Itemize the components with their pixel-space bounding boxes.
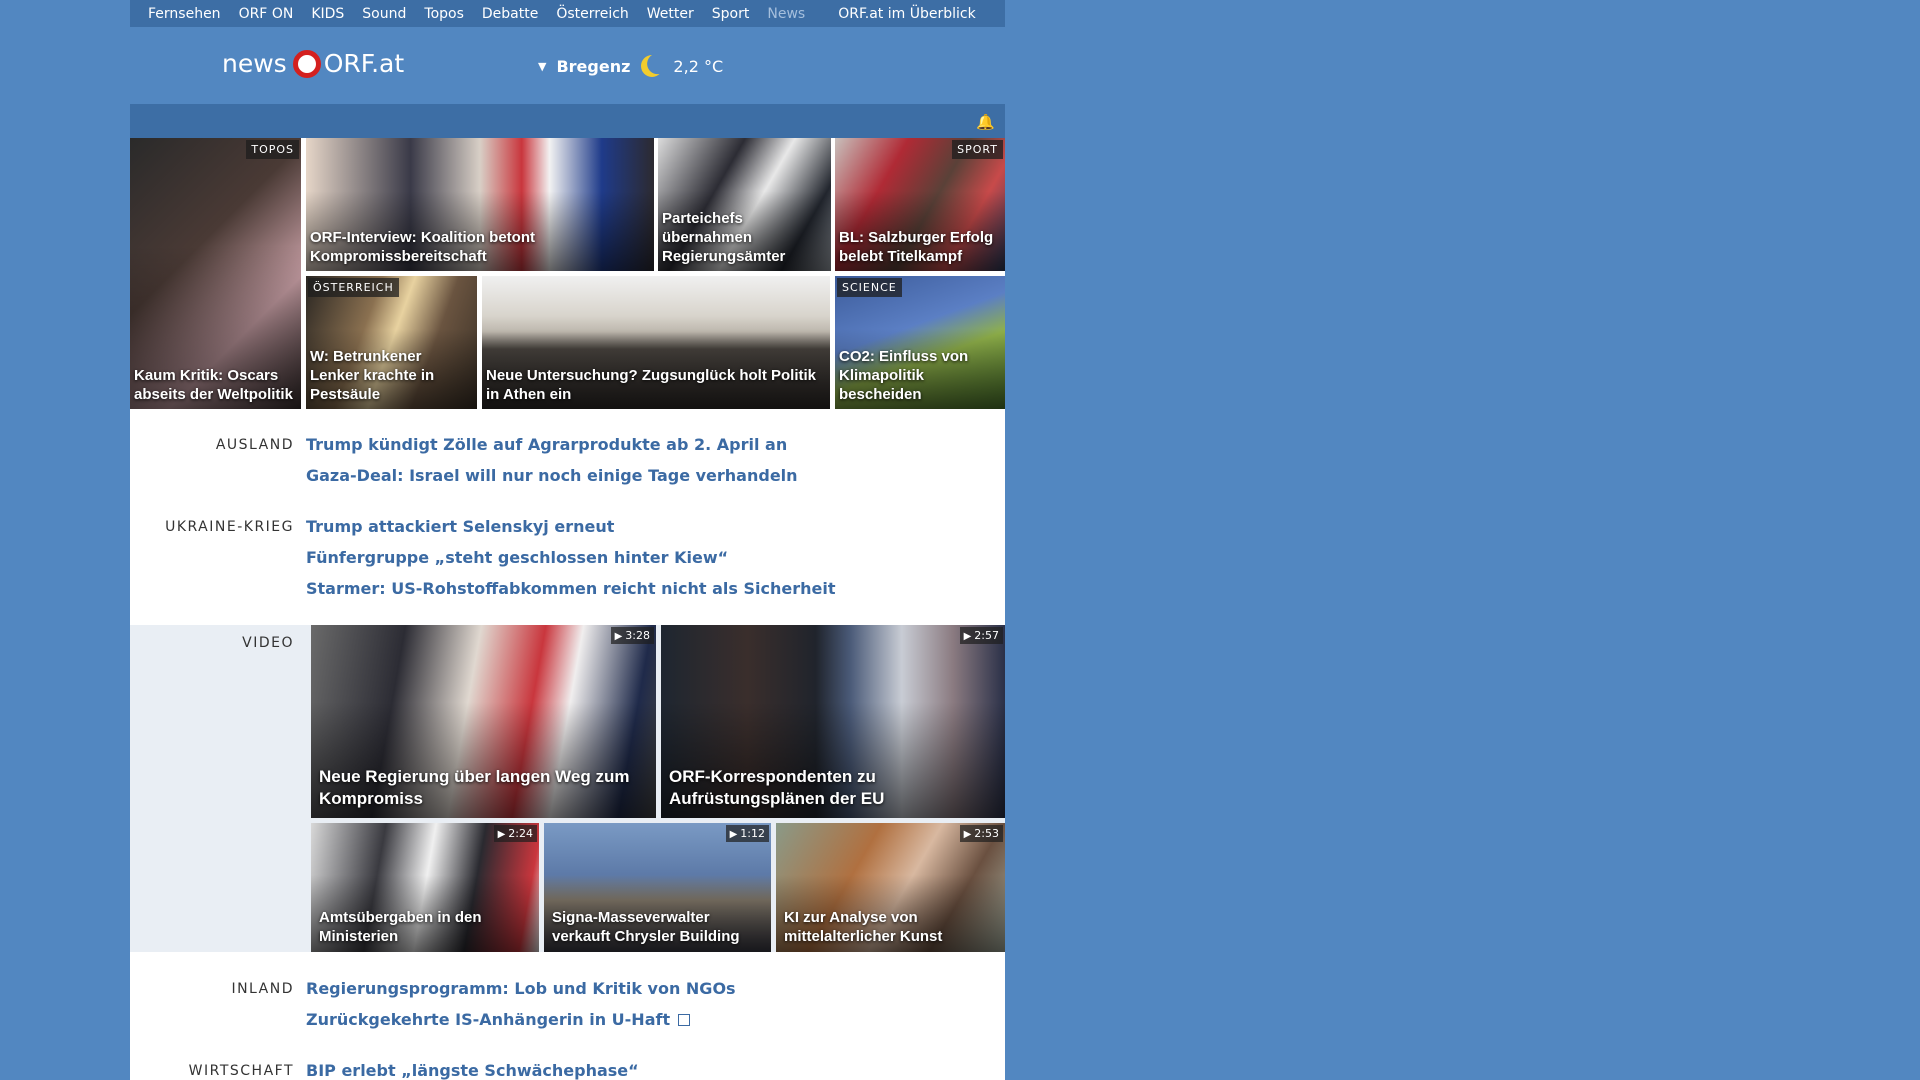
nav-item-wetter[interactable]: Wetter: [647, 6, 694, 22]
video-duration: ▶ 3:28: [610, 627, 654, 644]
nav-item-topos[interactable]: Topos: [424, 6, 463, 22]
teaser-title: Neue Untersuchung? Zugsunglück holt Poli…: [486, 367, 817, 403]
nav-item-overview[interactable]: ORF.at im Überblick: [838, 6, 975, 22]
weather-temperature: 2,2 °C: [673, 56, 724, 76]
teaser-category-tag: SCIENCE: [837, 278, 902, 297]
teaser-tile[interactable]: SCIENCE CO2: Einfluss von Klimapolitik b…: [835, 276, 1005, 409]
duration-text: 1:12: [740, 827, 765, 840]
headline-link-external[interactable]: Zurückgekehrte IS-Anhängerin in U-Haft: [306, 1010, 691, 1029]
nav-item-sound[interactable]: Sound: [362, 6, 406, 22]
external-link-icon: [678, 1014, 691, 1026]
notification-bar: 🔔: [130, 104, 1005, 138]
video-title: Amtsübergaben in den Ministerien: [319, 909, 482, 945]
video-tile[interactable]: ▶ 1:12 Signa-Masseverwalter verkauft Chry…: [544, 823, 771, 952]
play-icon: ▶: [963, 829, 972, 840]
main-content: TOPOS Kaum Kritik: Oscars abseits der We…: [130, 138, 1005, 1080]
nav-item-kids[interactable]: KIDS: [311, 6, 344, 22]
teaser-title: CO2: Einfluss von Klimapolitik bescheide…: [839, 348, 969, 403]
teaser-tile[interactable]: Parteichefs übernahmen Regierungsämter: [658, 138, 831, 271]
section-label-ausland: AUSLAND: [215, 437, 294, 453]
teaser-category-tag: TOPOS: [246, 140, 299, 159]
headline-link[interactable]: Trump kündigt Zölle auf Agrarprodukte ab…: [306, 435, 787, 454]
teaser-title: W: Betrunkener Lenker krachte in Pestsäu…: [310, 348, 435, 403]
video-duration: ▶ 2:24: [493, 825, 537, 842]
headline-link[interactable]: BIP erlebt „längste Schwächephase“: [306, 1061, 639, 1080]
play-icon: ▶: [729, 829, 738, 840]
headline-link[interactable]: Gaza-Deal: Israel will nur noch einige T…: [306, 466, 798, 485]
teaser-tile[interactable]: Neue Untersuchung? Zugsunglück holt Poli…: [482, 276, 830, 409]
video-duration: ▶ 2:57: [959, 627, 1003, 644]
play-icon: ▶: [497, 829, 506, 840]
headline-link[interactable]: Starmer: US-Rohstoffabkommen reicht nich…: [306, 579, 836, 598]
video-tile[interactable]: ▶ 2:24 Amtsübergaben in den Ministerien: [311, 823, 539, 952]
video-section: VIDEO ▶ 3:28 Neue Regierung über langen W…: [130, 625, 1005, 952]
logo-news-text: news: [222, 49, 287, 78]
section-label-video: VIDEO: [242, 635, 294, 651]
logo-orf-text: ORF.at: [323, 49, 405, 78]
video-tile[interactable]: ▶ 2:57 ORF-Korrespondenten zu Aufrüstungs…: [661, 625, 1005, 818]
teaser-title: Parteichefs übernahmen Regierungsämter: [662, 210, 786, 265]
video-title: Neue Regierung über langen Weg zum Kompr…: [319, 767, 630, 808]
teaser-tile[interactable]: SPORT BL: Salzburger Erfolg belebt Titel…: [835, 138, 1005, 271]
section-label-inland: INLAND: [231, 981, 294, 997]
headline-link[interactable]: Regierungsprogramm: Lob und Kritik von N…: [306, 979, 736, 998]
nav-item-debatte[interactable]: Debatte: [482, 6, 538, 22]
video-duration: ▶ 1:12: [725, 825, 769, 842]
teaser-title: ORF-Interview: Koalition betont Kompromi…: [310, 229, 535, 265]
headline-link[interactable]: Fünfergruppe „steht geschlossen hinter K…: [306, 548, 728, 567]
headline-text: Zurückgekehrte IS-Anhängerin in U-Haft: [306, 1010, 671, 1029]
section-label-ukraine-krieg: UKRAINE-KRIEG: [165, 519, 294, 535]
nav-item-orf-on[interactable]: ORF ON: [239, 6, 294, 22]
page: Fernsehen ORF ON KIDS Sound Topos Debatt…: [130, 0, 1005, 1080]
teaser-tile[interactable]: ORF-Interview: Koalition betont Kompromi…: [306, 138, 654, 271]
video-title: ORF-Korrespondenten zu Aufrüstungsplänen…: [669, 767, 885, 808]
site-header: news ORF.at ▼ Bregenz 2,2 °C: [130, 27, 1005, 104]
news-orf-logo[interactable]: news ORF.at: [222, 49, 404, 78]
section-label-wirtschaft: WIRTSCHAFT: [188, 1063, 294, 1079]
nav-item-fernsehen[interactable]: Fernsehen: [148, 6, 221, 22]
video-tile[interactable]: ▶ 3:28 Neue Regierung über langen Weg zum…: [311, 625, 656, 818]
bell-icon[interactable]: 🔔: [976, 113, 995, 131]
nav-item-oesterreich[interactable]: Österreich: [556, 6, 628, 22]
video-title: Signa-Masseverwalter verkauft Chrysler B…: [552, 909, 740, 945]
headline-link[interactable]: Trump attackiert Selenskyj erneut: [306, 517, 614, 536]
duration-text: 2:24: [508, 827, 533, 840]
teaser-title: BL: Salzburger Erfolg belebt Titelkampf: [839, 229, 994, 265]
video-tile[interactable]: ▶ 2:53 KI zur Analyse von mittelalterlich…: [776, 823, 1005, 952]
teaser-tile[interactable]: ÖSTERREICH W: Betrunkener Lenker krachte…: [306, 276, 477, 409]
weather-location: Bregenz: [556, 56, 631, 76]
chevron-down-icon: ▼: [538, 59, 547, 73]
moon-icon: [641, 55, 664, 77]
play-icon: ▶: [614, 631, 623, 642]
duration-text: 2:53: [974, 827, 999, 840]
teaser-tile[interactable]: TOPOS Kaum Kritik: Oscars abseits der We…: [130, 138, 301, 409]
orf-ring-icon: [292, 49, 321, 78]
nav-item-news-current[interactable]: News: [767, 6, 805, 22]
teaser-category-tag: ÖSTERREICH: [308, 278, 399, 297]
duration-text: 2:57: [974, 629, 999, 642]
video-duration: ▶ 2:53: [959, 825, 1003, 842]
weather-widget[interactable]: ▼ Bregenz 2,2 °C: [538, 55, 723, 77]
play-icon: ▶: [963, 631, 972, 642]
top-navigation: Fernsehen ORF ON KIDS Sound Topos Debatt…: [130, 0, 1005, 27]
duration-text: 3:28: [625, 629, 650, 642]
teaser-category-tag: SPORT: [952, 140, 1003, 159]
teaser-title: Kaum Kritik: Oscars abseits der Weltpoli…: [134, 367, 293, 403]
video-title: KI zur Analyse von mittelalterlicher Kun…: [784, 909, 943, 945]
nav-item-sport[interactable]: Sport: [712, 6, 750, 22]
